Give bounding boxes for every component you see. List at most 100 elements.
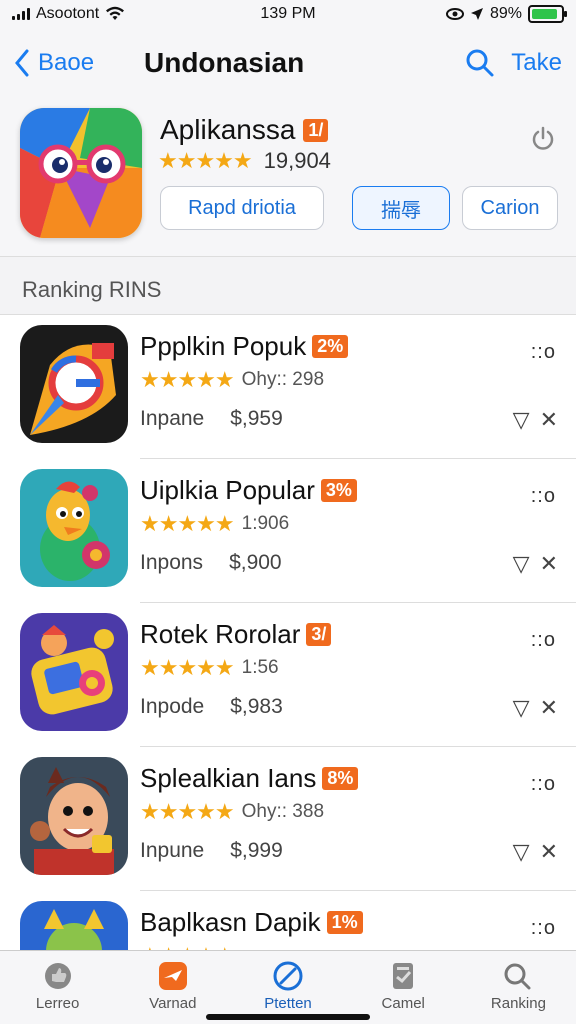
app-badge: 1% (326, 911, 363, 934)
plane-icon (158, 962, 187, 990)
tab-label: Varnad (149, 995, 197, 1012)
battery-icon (528, 5, 567, 23)
close-icon[interactable]: ✕ (540, 407, 558, 433)
app-meta: Inpons $,900 (140, 551, 282, 575)
chevron-left-icon (15, 49, 29, 77)
list-item[interactable]: Baplkasn Dapik 1% ★★★★★ ::o (0, 891, 576, 950)
tab-bar: Lerreo Varnad Ptetten Camel Ranking (0, 950, 576, 1024)
featured-app-icon (20, 108, 142, 238)
app-name: Ppplkin Popuk (140, 331, 307, 361)
triangle-down-icon[interactable]: ▽ (513, 695, 530, 721)
triangle-down-icon[interactable]: ▽ (513, 407, 530, 433)
tab-label: Ptetten (264, 995, 312, 1012)
status-time: 139 PM (260, 5, 316, 22)
page-title: Undonasian (144, 47, 305, 78)
more-options-icon[interactable]: ::o (531, 629, 556, 652)
app-price: $,959 (230, 407, 283, 430)
back-button[interactable]: Baoe (14, 49, 144, 77)
app-icon (20, 325, 128, 443)
search-icon[interactable] (465, 48, 495, 78)
star-rating-icon: ★★★★★ (140, 943, 235, 950)
power-icon[interactable] (530, 126, 556, 152)
close-icon[interactable]: ✕ (540, 695, 558, 721)
app-icon (20, 613, 128, 731)
tab-ranking[interactable]: Ranking (461, 951, 576, 1024)
nav-bar: Baoe Undonasian Take (0, 28, 576, 98)
featured-app-name: Aplikanssa (160, 114, 296, 145)
tab-lerreo[interactable]: Lerreo (0, 951, 115, 1024)
app-rating: ★★★★★ 1:906 (140, 511, 289, 537)
app-rating: ★★★★★ (140, 943, 235, 950)
tab-label: Lerreo (35, 995, 80, 1012)
tab-label: Ranking (490, 995, 546, 1012)
app-meta: Inpune $,999 (140, 839, 283, 863)
featured-app[interactable]: Aplikanssa 1/ ★★★★★ 19,904 Rapd driotia … (0, 98, 576, 256)
app-title: Uiplkia Popular 3% (140, 475, 357, 506)
eye-icon (445, 8, 464, 20)
carrier-label: Asootont (36, 5, 100, 22)
star-rating-icon: ★★★★★ (140, 511, 235, 536)
close-icon[interactable]: ✕ (540, 839, 558, 865)
app-meta: Inpode $,983 (140, 695, 283, 719)
status-bar: Asootont 139 PM 89% (0, 0, 576, 28)
compass-icon (273, 961, 303, 991)
clipboard-icon (393, 963, 414, 989)
signal-icon (12, 8, 30, 20)
app-title: Baplkasn Dapik 1% (140, 907, 363, 938)
app-rating: ★★★★★ Ohy:: 388 (140, 799, 324, 825)
triangle-down-icon[interactable]: ▽ (513, 551, 530, 577)
app-icon (20, 757, 128, 875)
app-badge: 2% (312, 335, 349, 358)
pill-left-button[interactable]: Rapd driotia (160, 186, 324, 230)
section-title: Ranking RINS (22, 277, 162, 302)
app-name: Uiplkia Popular (140, 475, 315, 505)
app-meta: Inpane $,959 (140, 407, 283, 431)
app-name: Baplkasn Dapik (140, 907, 321, 937)
app-category: Inpons (140, 551, 204, 574)
app-price: $,999 (230, 839, 283, 862)
app-badge: 3% (320, 479, 357, 502)
take-button[interactable]: Take (511, 49, 562, 77)
featured-rating-count: 19,904 (263, 148, 331, 173)
app-title: Splealkian Ians 8% (140, 763, 359, 794)
app-title: Rotek Rorolar 3/ (140, 619, 332, 650)
more-options-icon[interactable]: ::o (531, 917, 556, 940)
list-item[interactable]: Uiplkia Popular 3% ★★★★★ 1:906 Inpons $,… (0, 459, 576, 603)
section-header: Ranking RINS (0, 256, 576, 314)
app-badge: 8% (322, 767, 359, 790)
featured-app-title: Aplikanssa 1/ (160, 114, 329, 146)
app-icon (20, 469, 128, 587)
app-category: Inpode (140, 695, 205, 718)
wifi-icon (106, 6, 125, 20)
app-rating-count: Ohy:: 298 (241, 369, 325, 390)
more-options-icon[interactable]: ::o (531, 341, 556, 364)
more-options-icon[interactable]: ::o (531, 485, 556, 508)
app-rating: ★★★★★ 1:56 (140, 655, 279, 681)
tab-label: Camel (381, 995, 425, 1012)
thumb-icon (44, 963, 71, 989)
pill-right-button[interactable]: Carion (462, 186, 558, 230)
more-options-icon[interactable]: ::o (531, 773, 556, 796)
app-title: Ppplkin Popuk 2% (140, 331, 349, 362)
triangle-down-icon[interactable]: ▽ (513, 839, 530, 865)
app-rating-count: Ohy:: 388 (241, 801, 325, 822)
featured-rating: ★★★★★ 19,904 (158, 148, 331, 174)
battery-percent: 89% (489, 5, 522, 22)
star-rating-icon: ★★★★★ (140, 799, 235, 824)
app-name: Rotek Rorolar (140, 619, 301, 649)
list-item[interactable]: Ppplkin Popuk 2% ★★★★★ Ohy:: 298 Inpane … (0, 315, 576, 459)
close-icon[interactable]: ✕ (540, 551, 558, 577)
featured-badge: 1/ (303, 118, 329, 142)
app-category: Inpune (140, 839, 205, 862)
star-rating-icon: ★★★★★ (158, 148, 253, 173)
back-label: Baoe (38, 49, 95, 76)
app-badge: 3/ (306, 623, 332, 646)
app-price: $,900 (229, 551, 282, 574)
star-rating-icon: ★★★★★ (140, 655, 235, 680)
list-item[interactable]: Rotek Rorolar 3/ ★★★★★ 1:56 Inpode $,983… (0, 603, 576, 747)
list-item[interactable]: Splealkian Ians 8% ★★★★★ Ohy:: 388 Inpun… (0, 747, 576, 891)
pill-mid-button[interactable]: 揣辱 (352, 186, 450, 230)
home-indicator[interactable] (206, 1014, 370, 1020)
app-price: $,983 (230, 695, 283, 718)
app-icon (20, 901, 128, 950)
